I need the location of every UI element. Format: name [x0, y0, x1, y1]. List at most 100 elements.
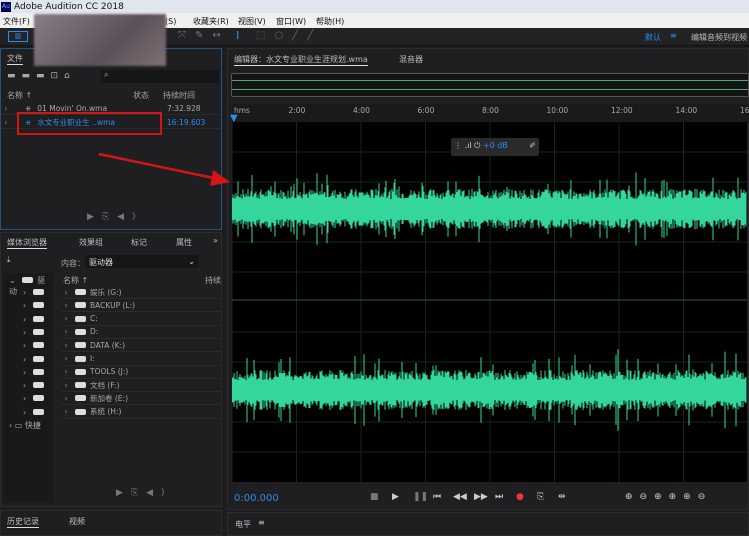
play-button[interactable]: ▶ [392, 492, 399, 502]
gain-knob-icon[interactable]: ⏻ [474, 141, 480, 150]
content-dropdown[interactable]: 驱动器 ⌄ [85, 255, 199, 268]
highlight-box [17, 112, 162, 135]
skip-selection-button[interactable]: ⇹ [558, 492, 566, 502]
drive-tree: ⌄ 驱动 › › › › › › › › › › › ▭ 快捷 [3, 273, 53, 503]
drive-row[interactable]: › I: [61, 353, 221, 366]
tree-drive[interactable]: › [23, 355, 48, 364]
drive-name: 文档 (F:) [90, 380, 120, 390]
drive-row[interactable]: › 文档 (F:) [61, 379, 221, 393]
drive-row[interactable]: › TOOLS (J:) [61, 366, 221, 379]
tab-markers[interactable]: 标记 [131, 237, 147, 248]
drive-row[interactable]: › 新加卷 (E:) [61, 392, 221, 406]
waveform-display[interactable]: ⋮ .ıl ⏻ +0 dB ✐ [231, 122, 747, 482]
drive-row[interactable]: › DATA (K:) [61, 339, 221, 353]
fast-forward-button[interactable]: ▶▶ [474, 492, 488, 502]
drive-icon [75, 342, 86, 349]
drive-icon [32, 342, 44, 349]
tree-drive[interactable]: › [23, 315, 48, 324]
more-tabs-icon[interactable]: » [213, 236, 218, 245]
col-duration[interactable]: 持续时间 [163, 90, 195, 101]
tree-quick[interactable]: 快捷 [25, 421, 41, 430]
menu-window[interactable]: 窗口(W) [276, 16, 306, 27]
loop-button[interactable]: ⎘ [537, 492, 544, 502]
go-to-end-button[interactable]: ⏭ [495, 492, 503, 502]
go-to-start-button[interactable]: ⏮ [433, 492, 441, 502]
waveform-channel [231, 349, 747, 431]
gain-value[interactable]: +0 dB [483, 141, 508, 150]
tree-drive[interactable]: › [23, 341, 48, 350]
drive-icon [75, 395, 86, 402]
drive-name: 新加卷 (E:) [90, 393, 129, 403]
ruler-label: 12:00 [611, 106, 633, 115]
drive-row[interactable]: › D: [61, 326, 221, 339]
tab-properties[interactable]: 属性 [176, 237, 192, 248]
drive-icon [32, 395, 44, 402]
content-label: 内容： [61, 259, 85, 268]
drive-name: 娱乐 (G:) [90, 287, 122, 297]
workspace-default[interactable]: 默认 [645, 32, 661, 43]
ruler-label: 6:00 [417, 106, 435, 115]
drive-row[interactable]: › 系统 (H:) [61, 406, 221, 419]
file-search-input[interactable]: ⌕ [101, 70, 219, 83]
tree-drive[interactable]: › [23, 301, 48, 310]
tree-drive[interactable]: › [23, 408, 48, 417]
import-icon[interactable]: ⤓ [7, 255, 11, 265]
tree-drive[interactable]: › [23, 394, 48, 403]
tab-mixer[interactable]: 混音器 [399, 54, 423, 65]
col-duration[interactable]: 持续 [205, 275, 221, 286]
menu-view[interactable]: 视图(V) [238, 16, 266, 27]
file-preview-controls[interactable]: ▶⎘◀) [87, 212, 144, 222]
history-panel: 历史记录 视频 [0, 510, 222, 536]
workspace-edit-video[interactable]: 编辑音频到视频 [691, 32, 747, 43]
rewind-button[interactable]: ◀◀ [453, 492, 467, 502]
tab-video[interactable]: 视频 [69, 516, 85, 527]
time-selection-tool-icon[interactable]: I [236, 29, 239, 42]
app-logo-icon: Au [1, 1, 11, 12]
drive-icon [75, 328, 86, 335]
col-name[interactable]: 名称 ↑ [63, 275, 88, 286]
gain-hud[interactable]: ⋮ .ıl ⏻ +0 dB ✐ [451, 138, 539, 156]
tree-drive[interactable]: › [23, 328, 48, 337]
col-status[interactable]: 状态 [133, 90, 149, 101]
drive-row[interactable]: › 娱乐 (G:) [61, 286, 221, 299]
drive-icon [32, 382, 44, 389]
drive-name: C: [90, 314, 98, 324]
drive-icon [32, 289, 44, 295]
levels-menu-icon[interactable]: ≡ [258, 518, 265, 527]
menu-help[interactable]: 帮助(H) [316, 16, 344, 27]
waveform-view-button[interactable]: ▥ [8, 31, 28, 42]
file-duration: 16:19.603 [167, 117, 206, 127]
tree-drive[interactable]: › [23, 381, 48, 390]
tab-media-browser[interactable]: 媒体浏览器 [7, 237, 47, 249]
drive-name: DATA (K:) [90, 340, 126, 350]
tab-history[interactable]: 历史记录 [7, 516, 39, 528]
record-button[interactable]: ● [516, 492, 524, 502]
tab-files[interactable]: 文件 [7, 53, 23, 65]
overview-bar[interactable] [231, 73, 749, 97]
file-action-icons[interactable]: ▬▬▬⊡⌂ [7, 71, 76, 81]
pin-icon[interactable]: ✐ [529, 141, 536, 150]
menu-file[interactable]: 文件(F) [3, 16, 30, 27]
preview-controls[interactable]: ▶⎘◀) [116, 488, 173, 498]
selection-tool-icons[interactable]: ⬚○╱╱ [256, 30, 322, 41]
tree-drive[interactable]: › [23, 368, 48, 377]
time-ruler[interactable]: hms2:004:006:008:0010:0012:0014:0016: [232, 104, 749, 123]
menu-favorites[interactable]: 收藏夹(R) [193, 16, 229, 27]
pause-button[interactable]: ❚❚ [413, 492, 428, 502]
drive-row[interactable]: › BACKUP (L:) [61, 299, 221, 313]
ruler-label: 10:00 [546, 106, 569, 115]
drive-icon [75, 368, 86, 375]
current-time: 0:00.000 [234, 493, 279, 504]
stop-button[interactable]: ■ [370, 492, 379, 502]
title-bar: Au Adobe Audition CC 2018 [0, 0, 749, 13]
zoom-buttons[interactable]: ⊕⊖⊕⊕⊕⊖ [625, 492, 712, 502]
tab-editor[interactable]: 编辑器：水文专业职业生涯规划.wma [234, 54, 368, 66]
file-duration: 7:32.928 [167, 103, 201, 113]
tree-drive[interactable]: › [23, 288, 48, 297]
app-title: Adobe Audition CC 2018 [14, 1, 124, 12]
drive-row[interactable]: › C: [61, 313, 221, 326]
workspace-menu-icon[interactable]: ≡ [670, 31, 677, 40]
col-name[interactable]: 名称 ↑ [7, 90, 32, 101]
tool-icons[interactable]: ⤧✎↔ [178, 30, 230, 41]
tab-effects[interactable]: 效果组 [79, 237, 103, 248]
